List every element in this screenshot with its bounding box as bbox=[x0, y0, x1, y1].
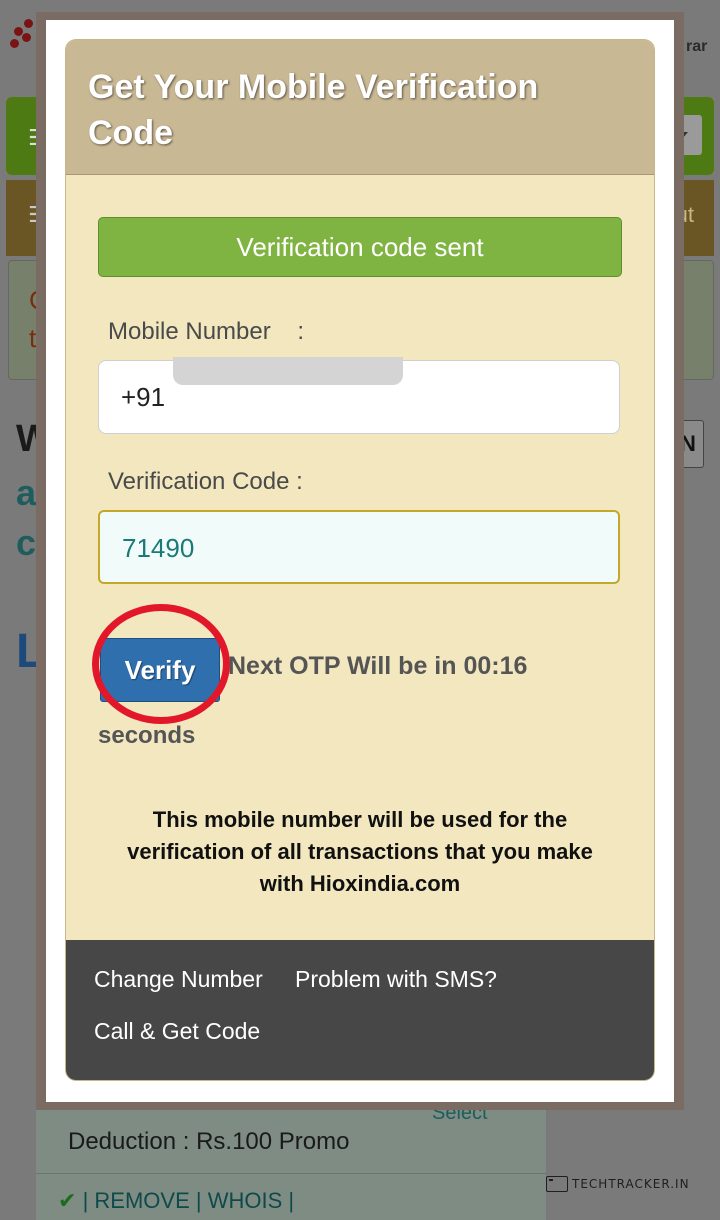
otp-timer-unit: seconds bbox=[98, 722, 196, 749]
divider: | bbox=[82, 1188, 89, 1213]
divider bbox=[36, 1173, 546, 1174]
card-actions: ✔ | REMOVE | WHOIS | bbox=[58, 1188, 294, 1214]
watermark: TECHTRACKER.IN bbox=[546, 1176, 690, 1192]
text-fragment: c bbox=[16, 522, 37, 563]
usage-notice: This mobile number will be used for the … bbox=[127, 807, 593, 896]
remove-link: REMOVE bbox=[94, 1188, 190, 1213]
mobile-number-value: +91 bbox=[121, 382, 166, 412]
checkmark-icon: ✔ bbox=[58, 1188, 77, 1213]
problem-with-sms-link[interactable]: Problem with SMS? bbox=[295, 966, 497, 993]
mobile-number-label: Mobile Number : bbox=[108, 318, 305, 345]
redacted-overlay bbox=[173, 357, 403, 385]
mobile-number-field[interactable]: +91 bbox=[98, 357, 620, 434]
domain-cart-card: Select Deduction : Rs.100 Promo ✔ | REMO… bbox=[36, 1100, 546, 1220]
otp-timer-text: Next OTP Will be in 00:16 bbox=[228, 652, 528, 680]
verification-modal: Get Your Mobile Verification Code Verifi… bbox=[66, 40, 654, 1080]
verification-code-input[interactable]: 71490 bbox=[98, 510, 620, 584]
divider: | bbox=[195, 1188, 202, 1213]
divider: | bbox=[288, 1188, 295, 1213]
status-banner: Verification code sent bbox=[98, 217, 622, 277]
verification-code-value: 71490 bbox=[122, 533, 195, 563]
text-fragment: a bbox=[16, 472, 37, 513]
modal-header: Get Your Mobile Verification Code bbox=[66, 40, 654, 175]
deduction-text: Deduction : Rs.100 Promo bbox=[68, 1128, 350, 1155]
highlight-circle-annotation bbox=[92, 604, 230, 724]
whois-link: WHOIS bbox=[207, 1188, 283, 1213]
watermark-text: TECHTRACKER.IN bbox=[572, 1177, 690, 1191]
modal-title: Get Your Mobile Verification Code bbox=[88, 68, 539, 152]
call-get-code-link[interactable]: Call & Get Code bbox=[94, 1018, 260, 1045]
change-number-link[interactable]: Change Number bbox=[94, 966, 263, 993]
registrar-text-fragment: rar bbox=[686, 38, 708, 55]
modal-footer: Change Number Problem with SMS? Call & G… bbox=[66, 940, 654, 1080]
browser-icon bbox=[546, 1176, 568, 1192]
verification-code-label: Verification Code : bbox=[108, 468, 303, 495]
